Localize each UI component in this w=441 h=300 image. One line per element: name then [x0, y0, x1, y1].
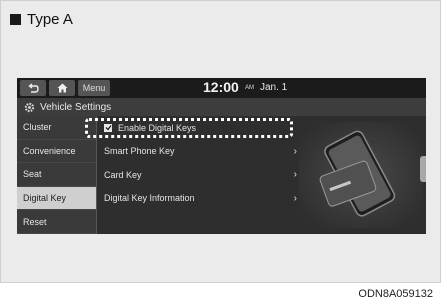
back-button[interactable] [20, 80, 46, 96]
card-key-row[interactable]: Card Key › [97, 163, 297, 187]
menu-button[interactable]: Menu [78, 80, 110, 96]
digital-key-options-list: Enable Digital Keys Smart Phone Key › Ca… [97, 116, 297, 234]
home-icon [57, 83, 67, 93]
caption-square-icon [10, 14, 21, 25]
smart-phone-key-label: Smart Phone Key [104, 146, 175, 157]
sidebar-item-reset[interactable]: Reset [17, 210, 96, 234]
chevron-right-icon: › [293, 145, 297, 157]
sidebar-item-seat[interactable]: Seat [17, 163, 96, 187]
status-bar: Menu 12:00 AM Jan. 1 [17, 78, 426, 98]
enable-digital-keys-checkbox[interactable] [104, 123, 112, 132]
back-arrow-icon [28, 83, 39, 93]
figure-frame: Type A Menu 12:00 AM Jan. 1 Vehicle Sett… [0, 0, 441, 283]
clock-time: 12:00 [203, 79, 239, 95]
side-panel-handle[interactable] [420, 156, 426, 182]
infotainment-screen: Menu 12:00 AM Jan. 1 Vehicle Settings Cl… [17, 78, 426, 234]
clock-date: Jan. 1 [260, 82, 288, 93]
card-key-label: Card Key [104, 169, 142, 180]
enable-digital-keys-row[interactable]: Enable Digital Keys [97, 116, 297, 140]
figure-code: ODN8A059132 [358, 288, 433, 300]
caption: Type A [10, 11, 73, 28]
sidebar-item-cluster[interactable]: Cluster [17, 116, 96, 140]
checkmark-icon [105, 125, 112, 131]
title-bar: Vehicle Settings [17, 98, 426, 116]
enable-digital-keys-label: Enable Digital Keys [118, 122, 197, 133]
page-title: Vehicle Settings [40, 101, 112, 113]
sidebar-item-convenience[interactable]: Convenience [17, 140, 96, 164]
chevron-right-icon: › [293, 192, 297, 204]
home-button[interactable] [49, 80, 75, 96]
gear-icon [24, 102, 35, 113]
phone-and-card-illustration [299, 122, 423, 228]
chevron-right-icon: › [293, 169, 297, 180]
digital-key-information-row[interactable]: Digital Key Information › [97, 187, 297, 211]
caption-label: Type A [27, 11, 73, 28]
sidebar-item-digital-key[interactable]: Digital Key [17, 186, 96, 211]
digital-key-information-label: Digital Key Information [104, 193, 195, 204]
smart-phone-key-row[interactable]: Smart Phone Key › [97, 140, 297, 164]
clock-ampm: AM [245, 85, 254, 91]
settings-sidebar: Cluster Convenience Seat Digital Key Res… [17, 116, 96, 234]
